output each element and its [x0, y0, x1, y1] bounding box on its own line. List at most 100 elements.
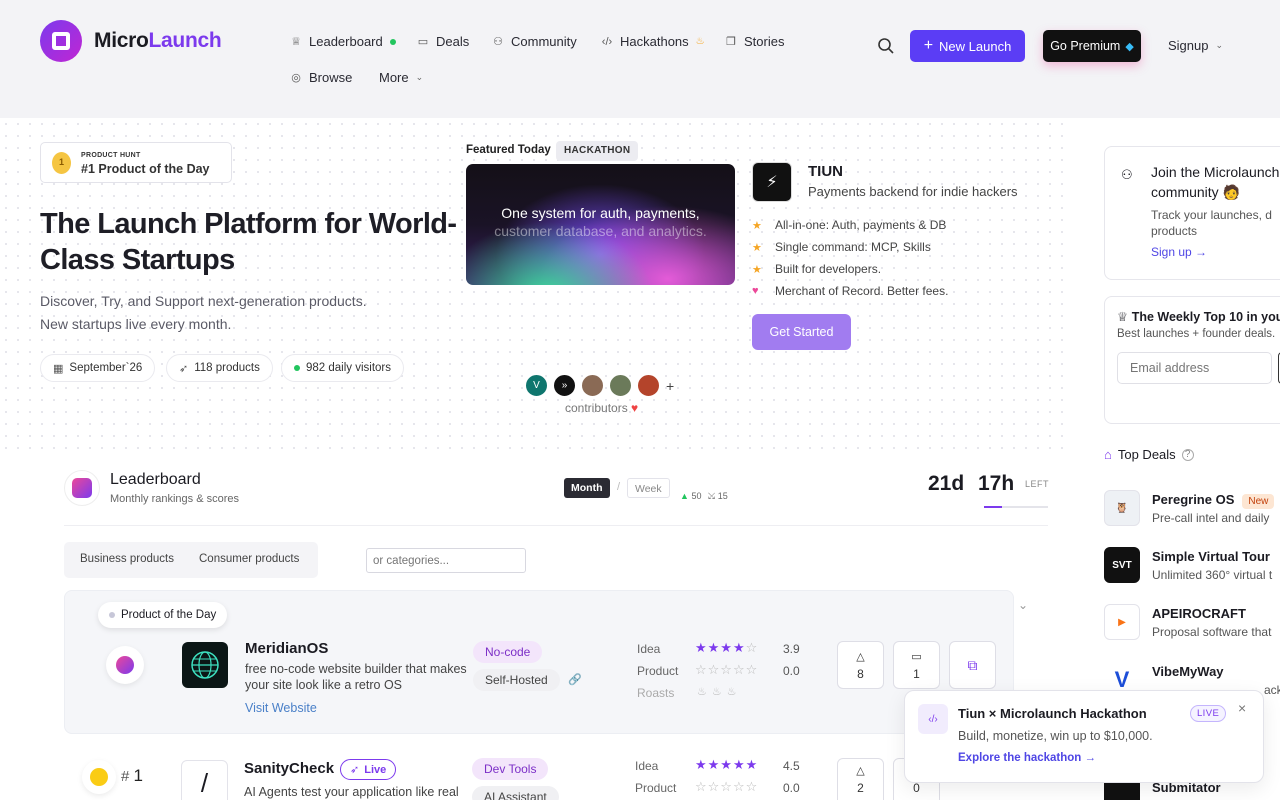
diamond-icon: ◆ — [1125, 40, 1134, 53]
code-icon: ‹/› — [601, 35, 613, 48]
product-hunt-badge[interactable]: 1 PRODUCT HUNT #1 Product of the Day — [40, 142, 232, 183]
category-tag[interactable]: Dev Tools — [472, 758, 549, 780]
upvote-button[interactable]: △ 8 — [837, 641, 884, 689]
brand-name[interactable]: MicroLaunch — [94, 29, 222, 53]
medal-icon: 1 — [52, 152, 71, 174]
comment-icon: ▭ — [911, 650, 922, 663]
search-icon[interactable] — [877, 37, 895, 55]
category-tag[interactable]: No-code — [473, 641, 543, 663]
nav-deals[interactable]: ▭ Deals — [417, 34, 469, 49]
category-tag[interactable]: AI Assistant — [472, 786, 559, 800]
category-filter[interactable] — [366, 548, 526, 573]
deal-item[interactable]: SVT Simple Virtual Tour Unlimited 360° v… — [1104, 547, 1280, 587]
join-desc: Track your launches, d products — [1151, 208, 1272, 238]
visit-website-link[interactable]: Visit Website — [245, 701, 317, 715]
book-icon: ❐ — [726, 35, 736, 48]
globe-icon[interactable] — [182, 642, 228, 688]
get-started-button[interactable]: Get Started — [752, 314, 851, 350]
tab-consumer[interactable]: Consumer products — [199, 553, 299, 565]
avatar[interactable] — [636, 373, 661, 398]
avatar[interactable]: » — [552, 373, 577, 398]
product-of-day-badge: Product of the Day — [98, 602, 228, 628]
roasts-label: Roasts — [637, 686, 675, 700]
ticket-icon: ▭ — [417, 35, 429, 48]
join-title: Join the Microlaunch community 🧑 — [1151, 164, 1280, 200]
user-icon: ⚇ — [1121, 167, 1133, 182]
product-stars[interactable]: ☆☆☆☆☆ — [695, 662, 758, 678]
star-icon: ★ — [752, 219, 762, 232]
newsletter-title: ♕ The Weekly Top 10 in you — [1117, 310, 1280, 324]
avatar[interactable]: V — [524, 373, 549, 398]
deal-item[interactable]: ▶ APEIROCRAFT Proposal software that — [1104, 604, 1280, 644]
x-count: ⤩ 15 — [708, 491, 728, 501]
link-icon[interactable]: 🔗 — [568, 673, 582, 686]
idea-score: 3.9 — [783, 642, 800, 656]
rank-number: # 1 — [121, 766, 143, 785]
idea-stars[interactable]: ★★★★☆ — [695, 640, 758, 656]
toast-desc: Build, monetize, win up to $10,000. — [958, 729, 1153, 743]
featured-label: Featured Today — [466, 144, 551, 156]
product-desc: AI Agents test your application like rea… — [244, 785, 459, 799]
logo-icon[interactable] — [40, 20, 82, 62]
flame-icon[interactable]: ♨♨♨ — [697, 685, 742, 698]
days-left: 21d — [928, 472, 965, 495]
nav-more[interactable]: More ⌄ — [379, 70, 423, 85]
avatar[interactable] — [580, 373, 605, 398]
featured-name[interactable]: TIUN — [808, 163, 843, 180]
upvote-button[interactable]: △ 2 — [837, 758, 884, 800]
go-premium-button[interactable]: Go Premium ◆ — [1043, 30, 1141, 62]
countdown-progress — [984, 506, 1048, 508]
chevron-down-icon[interactable]: ⌄ — [1018, 598, 1028, 612]
hours-left: 17h — [978, 472, 1015, 495]
left-label: LEFT — [1025, 479, 1050, 489]
featured-image[interactable]: One system for auth, payments, customer … — [466, 164, 735, 285]
close-icon[interactable]: × — [1238, 700, 1246, 716]
signup-menu[interactable]: Signup ⌄ — [1168, 38, 1223, 53]
triangle-up-icon: △ — [856, 765, 865, 777]
hackathon-tag: HACKATHON — [556, 141, 639, 161]
deal-item[interactable]: 🦉 Peregrine OS New Pre-call intel and dai… — [1104, 490, 1280, 530]
avatar[interactable] — [608, 373, 633, 398]
product-name[interactable]: SanityCheck — [244, 760, 334, 777]
explore-hackathon-link[interactable]: Explore the hackathon → — [958, 752, 1096, 764]
product-logo[interactable]: / — [181, 760, 228, 800]
tab-business[interactable]: Business products — [80, 553, 174, 565]
plus-icon[interactable]: + — [666, 378, 674, 394]
week-toggle[interactable]: Week — [627, 478, 670, 498]
visitors-pill: 982 daily visitors — [281, 354, 405, 382]
nav-stories[interactable]: ❐ Stories — [725, 34, 784, 49]
idea-stars[interactable]: ★★★★★ — [695, 757, 758, 773]
product-name[interactable]: MeridianOS — [245, 640, 328, 657]
bulb-icon — [82, 760, 116, 794]
owl-icon: 🦉 — [1104, 490, 1140, 526]
star-icon: ★ — [752, 241, 762, 254]
leaderboard-subtitle: Monthly rankings & scores — [110, 493, 239, 505]
email-field[interactable] — [1117, 352, 1272, 384]
feature-bullet: ★ All-in-one: Auth, payments & DB — [752, 218, 947, 232]
top-deals-heading: ⌂ Top Deals? — [1104, 447, 1194, 462]
up-count: ▲ 50 — [680, 491, 702, 501]
heart-icon: ♥ — [752, 285, 759, 297]
new-launch-button[interactable]: + New Launch — [910, 30, 1025, 62]
code-icon: ‹/› — [918, 704, 948, 734]
feature-bullet: ★ Built for developers. — [752, 262, 882, 276]
nav-hackathons[interactable]: ‹/› Hackathons ♨ — [601, 34, 705, 49]
comment-button[interactable]: ▭ 1 — [893, 641, 940, 689]
live-dot — [389, 38, 396, 45]
live-badge: LIVE — [1190, 705, 1227, 722]
users-icon: ⚇ — [493, 35, 503, 48]
toast-title: Tiun × Microlaunch Hackathon — [958, 706, 1147, 721]
product-stars[interactable]: ☆☆☆☆☆ — [695, 779, 758, 795]
nav-leaderboard[interactable]: ♕ Leaderboard — [290, 34, 396, 49]
month-toggle[interactable]: Month — [564, 478, 610, 498]
category-tag[interactable]: Self-Hosted — [473, 669, 560, 691]
live-badge: ➶ Live — [340, 759, 397, 780]
external-link-button[interactable]: ⧉ — [949, 641, 996, 689]
product-desc: free no-code website builder that makes y… — [245, 662, 467, 692]
nav-browse[interactable]: ◎ Browse — [290, 70, 352, 85]
lightning-icon[interactable]: ⚡ — [752, 162, 792, 202]
signup-link[interactable]: Sign up → — [1151, 245, 1207, 259]
newsletter-desc: Best launches + founder deals. — [1117, 328, 1276, 340]
nav-community[interactable]: ⚇ Community — [492, 34, 577, 49]
products-pill: ➶ 118 products — [166, 354, 273, 382]
